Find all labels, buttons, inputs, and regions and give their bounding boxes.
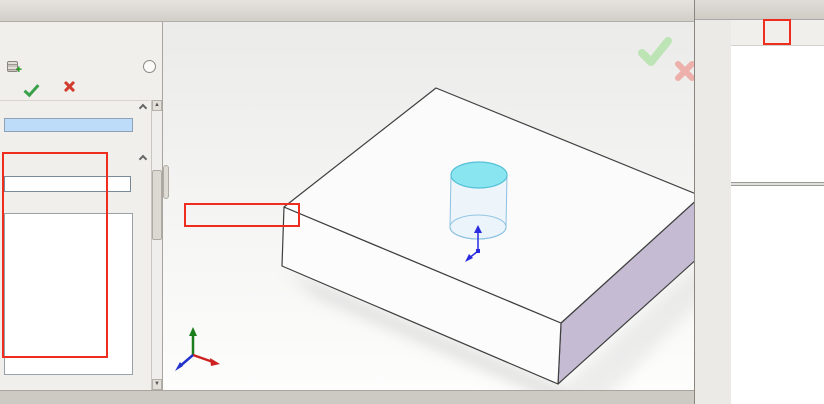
graphics-viewport[interactable] (163, 22, 694, 390)
cancel-button[interactable] (63, 80, 75, 92)
model-3d (163, 22, 694, 390)
ok-button[interactable] (24, 81, 40, 98)
design-library-toolbar (731, 20, 824, 46)
design-library-tree (731, 49, 824, 177)
property-manager-panel: ▲ ▼ (0, 22, 163, 390)
solidworks-window: ▲ ▼ (0, 0, 824, 404)
add-to-library-icon (7, 61, 18, 72)
design-library-pane (731, 20, 824, 404)
library-folder-tree (4, 213, 133, 375)
pane-splitter[interactable] (731, 182, 824, 186)
file-name-input[interactable] (4, 176, 131, 192)
task-pane-header (695, 0, 824, 20)
scroll-up-icon[interactable]: ▲ (152, 100, 162, 111)
task-pane (694, 0, 824, 404)
cancel-x-icon[interactable] (678, 64, 692, 78)
cylinder-top-face[interactable] (451, 162, 507, 188)
items-to-add-list[interactable] (4, 118, 133, 132)
items-to-add-header[interactable] (6, 102, 146, 111)
scroll-down-icon[interactable]: ▼ (152, 379, 162, 390)
confirm-check-icon[interactable] (642, 41, 668, 62)
divider (0, 100, 150, 101)
tab-scroll-buttons (0, 391, 6, 404)
panel-splitter-handle[interactable] (163, 165, 169, 199)
collapse-section-icon[interactable] (139, 155, 147, 163)
study-tab-bar (0, 390, 694, 404)
help-icon[interactable] (143, 60, 156, 73)
scroll-thumb[interactable] (152, 170, 162, 240)
reference-triad (175, 327, 220, 371)
collapse-section-icon[interactable] (139, 104, 147, 112)
save-to-header[interactable] (6, 153, 146, 162)
scrollbar[interactable]: ▲ ▼ (151, 100, 162, 390)
